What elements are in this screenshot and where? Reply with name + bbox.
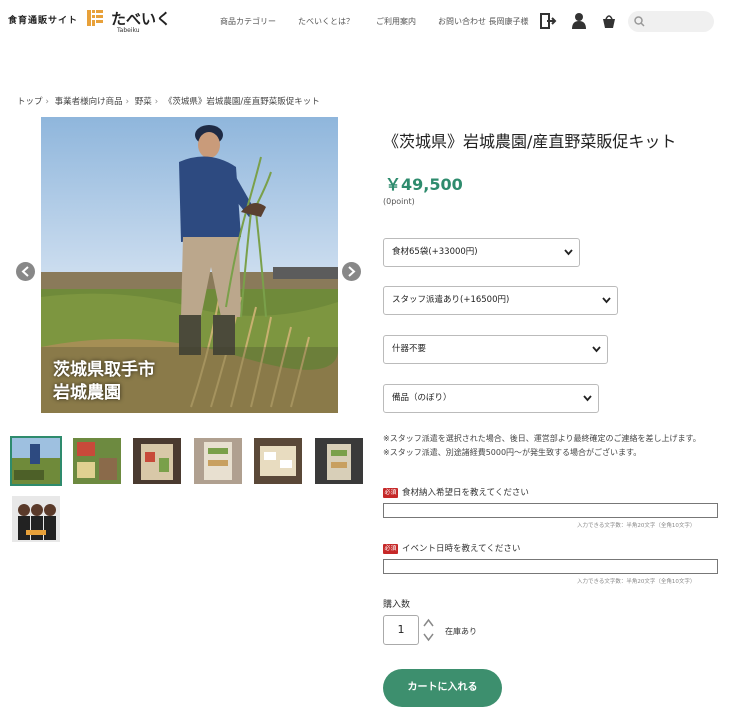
photo-caption: 茨城県取手市 岩城農園 [53, 359, 155, 405]
product-points: (0point) [383, 197, 415, 206]
next-image-button[interactable] [342, 262, 361, 281]
ingredients-select[interactable]: 食材65袋(+33000円) [383, 238, 580, 267]
photo-caption-line1: 茨城県取手市 [53, 360, 155, 380]
product-title: 《茨城県》岩城農園/産直野菜販促キット [383, 132, 677, 151]
delivery-date-hint: 入力できる文字数：半角20文字（全角10文字） [577, 523, 696, 529]
add-to-cart-button[interactable]: カートに入れる [383, 669, 502, 707]
utensils-select[interactable]: 什器不要 [383, 335, 608, 364]
prev-image-button[interactable] [16, 262, 35, 281]
search-input[interactable] [628, 11, 714, 32]
logo-subtext: Tabeiku [117, 27, 140, 34]
staff-select[interactable]: スタッフ派遣あり(+16500円) [383, 286, 618, 315]
chevron-right-icon [348, 266, 356, 277]
required-badge: 必須 [383, 487, 398, 498]
nav-about[interactable]: たべいくとは？ [298, 16, 354, 27]
breadcrumb-separator: › [125, 97, 130, 107]
site-header: 食育通販サイト たべいく Tabeiku 商品カテゴリー たべいくとは？ ご利用… [0, 0, 742, 44]
nav-guide[interactable]: ご利用案内 [376, 16, 416, 27]
thumbnail-1[interactable] [10, 436, 62, 486]
quantity-up-icon[interactable] [423, 618, 434, 628]
staff-note-1: ※スタッフ派遣を選択された場合、後日、運営部より最終確定のご連絡を差し上げます。 [383, 434, 701, 443]
ingredients-select-value: 食材65袋(+33000円) [392, 247, 478, 257]
staff-notes: ※スタッフ派遣を選択された場合、後日、運営部より最終確定のご連絡を差し上げます。… [383, 432, 723, 460]
breadcrumb-separator: › [154, 97, 159, 107]
product-price: ￥49,500 [385, 175, 463, 194]
thumbnail-4[interactable] [194, 438, 242, 484]
delivery-date-input[interactable] [383, 503, 718, 518]
breadcrumb-separator: › [45, 97, 49, 107]
supplies-select-value: 備品（のぼり） [392, 393, 452, 403]
event-date-input[interactable] [383, 559, 718, 574]
nav-categories[interactable]: 商品カテゴリー [220, 16, 276, 27]
logo-text[interactable]: たべいく [111, 8, 171, 29]
thumbnail-2[interactable] [73, 438, 121, 484]
chevron-down-icon [564, 249, 573, 256]
logout-icon[interactable] [539, 12, 557, 30]
logo-mark-icon[interactable] [86, 9, 104, 27]
breadcrumb-business[interactable]: 事業者様向け商品 [55, 97, 123, 107]
quantity-down-icon[interactable] [423, 632, 434, 642]
breadcrumb: トップ › 事業者様向け商品 › 野菜 › 《茨城県》岩城農園/産直野菜販促キット [17, 95, 320, 107]
utensils-select-value: 什器不要 [392, 344, 427, 354]
nav-contact[interactable]: お問い合わせ 長岡康子様 [438, 16, 529, 27]
staff-note-2: ※スタッフ派遣、別途諸経費5000円〜が発生致する場合がございます。 [383, 448, 642, 457]
search-icon [634, 16, 645, 27]
event-date-hint: 入力できる文字数：半角20文字（全角10文字） [577, 579, 696, 585]
breadcrumb-current: 《茨城県》岩城農園/産直野菜販促キット [163, 97, 320, 107]
site-tagline: 食育通販サイト [8, 16, 79, 26]
supplies-select[interactable]: 備品（のぼり） [383, 384, 599, 413]
breadcrumb-top[interactable]: トップ [17, 97, 43, 107]
stock-status: 在庫あり [445, 627, 477, 636]
staff-select-value: スタッフ派遣あり(+16500円) [392, 295, 510, 305]
required-badge: 必須 [383, 543, 398, 554]
chevron-down-icon [592, 346, 601, 353]
thumbnail-6[interactable] [315, 438, 363, 484]
quantity-input[interactable]: 1 [383, 615, 419, 645]
breadcrumb-vegetables[interactable]: 野菜 [135, 97, 152, 107]
chevron-down-icon [602, 297, 611, 304]
chevron-down-icon [583, 395, 592, 402]
thumbnail-5[interactable] [254, 438, 302, 484]
chevron-left-icon [21, 266, 29, 277]
event-date-label-text: イベント日時を教えてください [402, 544, 521, 554]
thumbnail-7[interactable] [12, 496, 60, 542]
delivery-date-label-text: 食材納入希望日を教えてください [402, 488, 529, 498]
photo-caption-line2: 岩城農園 [53, 383, 121, 403]
delivery-date-label: 必須 食材納入希望日を教えてください [383, 486, 529, 498]
event-date-label: 必須 イベント日時を教えてください [383, 542, 520, 554]
quantity-label: 購入数 [383, 600, 411, 610]
thumbnail-3[interactable] [133, 438, 181, 484]
user-icon[interactable] [570, 12, 588, 30]
main-product-photo[interactable]: 茨城県取手市 岩城農園 [41, 117, 338, 413]
cart-icon[interactable] [600, 12, 618, 30]
